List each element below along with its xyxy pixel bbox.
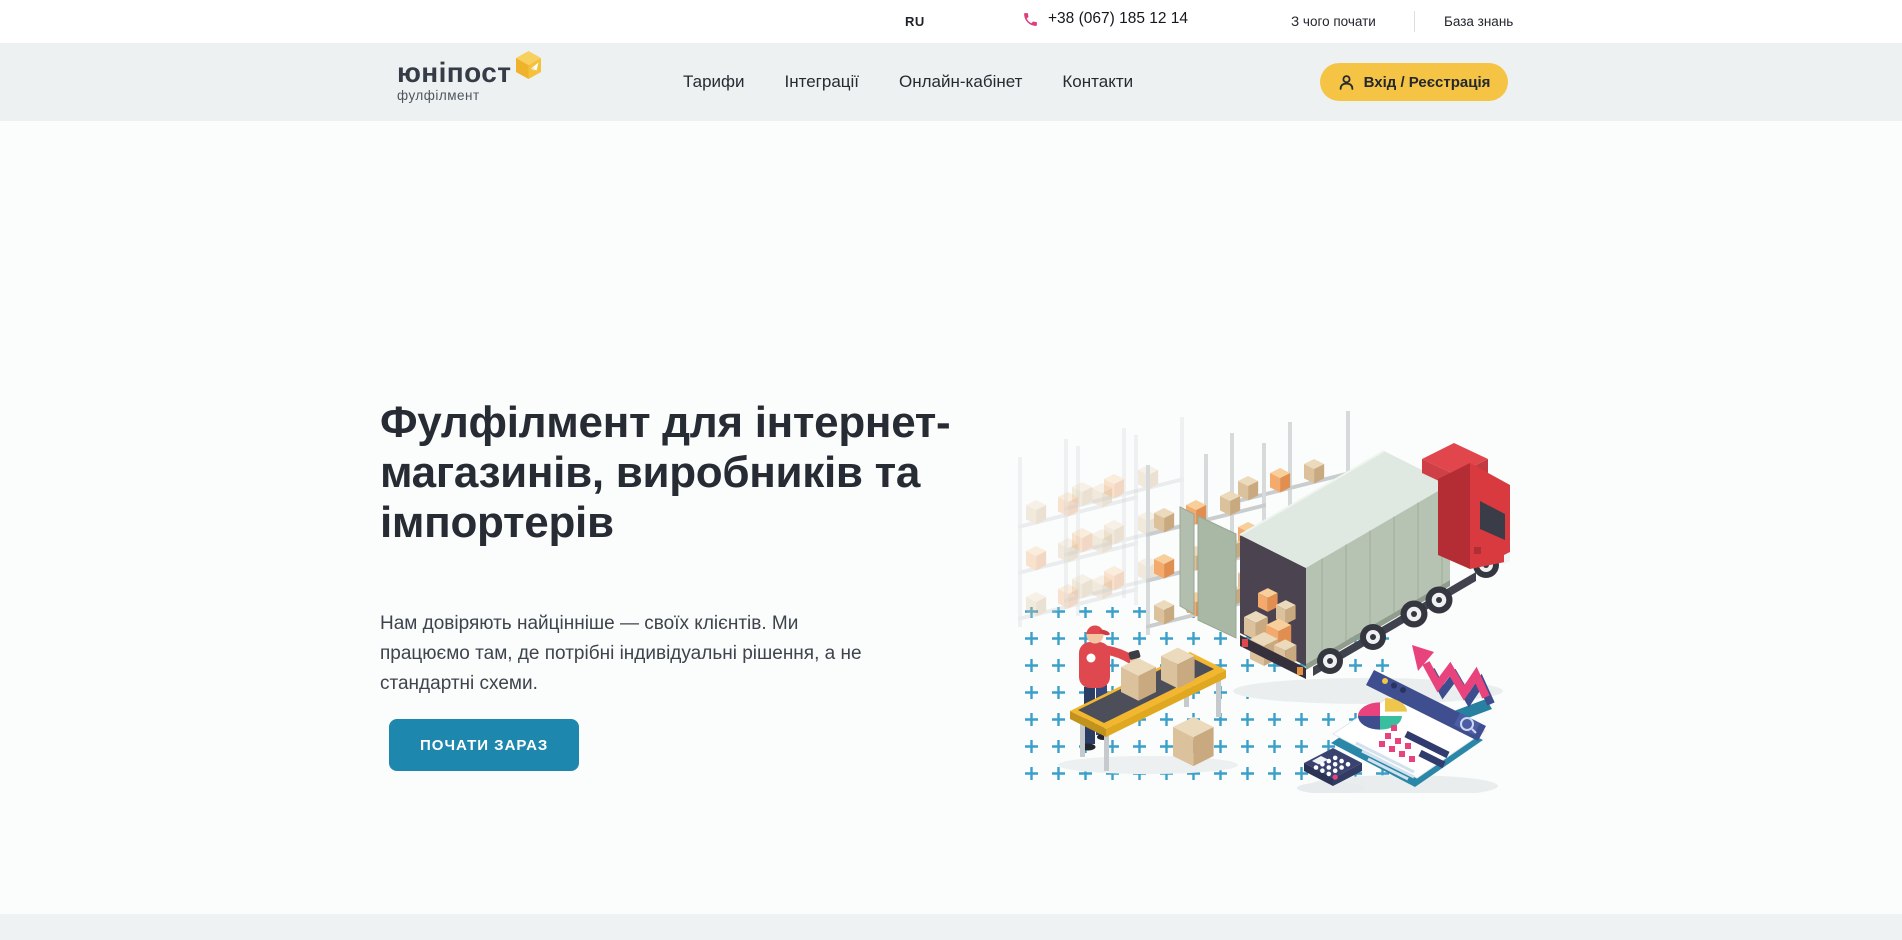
parcel-box	[1173, 717, 1214, 766]
logo[interactable]: юніпост фулфілмент	[397, 59, 547, 103]
phone-icon	[1022, 11, 1039, 28]
hero-title: Фулфілмент для інтернет-магазинів, вироб…	[380, 398, 1040, 548]
parcel-box	[1161, 648, 1195, 689]
nav-integrations[interactable]: Інтеграції	[785, 72, 860, 92]
page: RU +38 (067) 185 12 14 З чого почати Баз…	[0, 0, 1902, 940]
cube-box-icon	[515, 51, 542, 80]
topbar-link-start[interactable]: З чого почати	[1291, 14, 1376, 29]
site-header: юніпост фулфілмент Тарифи Інтеграції Онл…	[0, 43, 1902, 121]
logo-subtitle: фулфілмент	[397, 88, 547, 103]
top-bar: RU +38 (067) 185 12 14 З чого почати Баз…	[0, 0, 1902, 43]
phone-number: +38 (067) 185 12 14	[1048, 10, 1188, 28]
start-now-button[interactable]: ПОЧАТИ ЗАРАЗ	[389, 719, 579, 771]
topbar-link-knowledge-base[interactable]: База знань	[1444, 14, 1513, 29]
language-switch[interactable]: RU	[905, 14, 925, 29]
nav-contacts[interactable]: Контакти	[1062, 72, 1133, 92]
next-section-edge	[0, 914, 1902, 940]
parcel-box	[1121, 658, 1156, 701]
nav-tariffs[interactable]: Тарифи	[683, 72, 745, 92]
hero-section: Фулфілмент для інтернет-магазинів, вироб…	[0, 121, 1902, 940]
topbar-divider	[1414, 11, 1415, 32]
login-label: Вхід / Реєстрація	[1364, 74, 1491, 91]
main-nav: Тарифи Інтеграції Онлайн-кабінет Контакт…	[683, 43, 1133, 121]
hero-description: Нам довіряють найцінніше — своїх клієнті…	[380, 609, 885, 699]
login-register-button[interactable]: Вхід / Реєстрація	[1320, 63, 1508, 101]
phone-link[interactable]: +38 (067) 185 12 14	[1022, 10, 1188, 28]
nav-online-cabinet[interactable]: Онлайн-кабінет	[899, 72, 1022, 92]
user-icon	[1338, 74, 1355, 91]
warehouse-illustration	[1018, 409, 1516, 793]
